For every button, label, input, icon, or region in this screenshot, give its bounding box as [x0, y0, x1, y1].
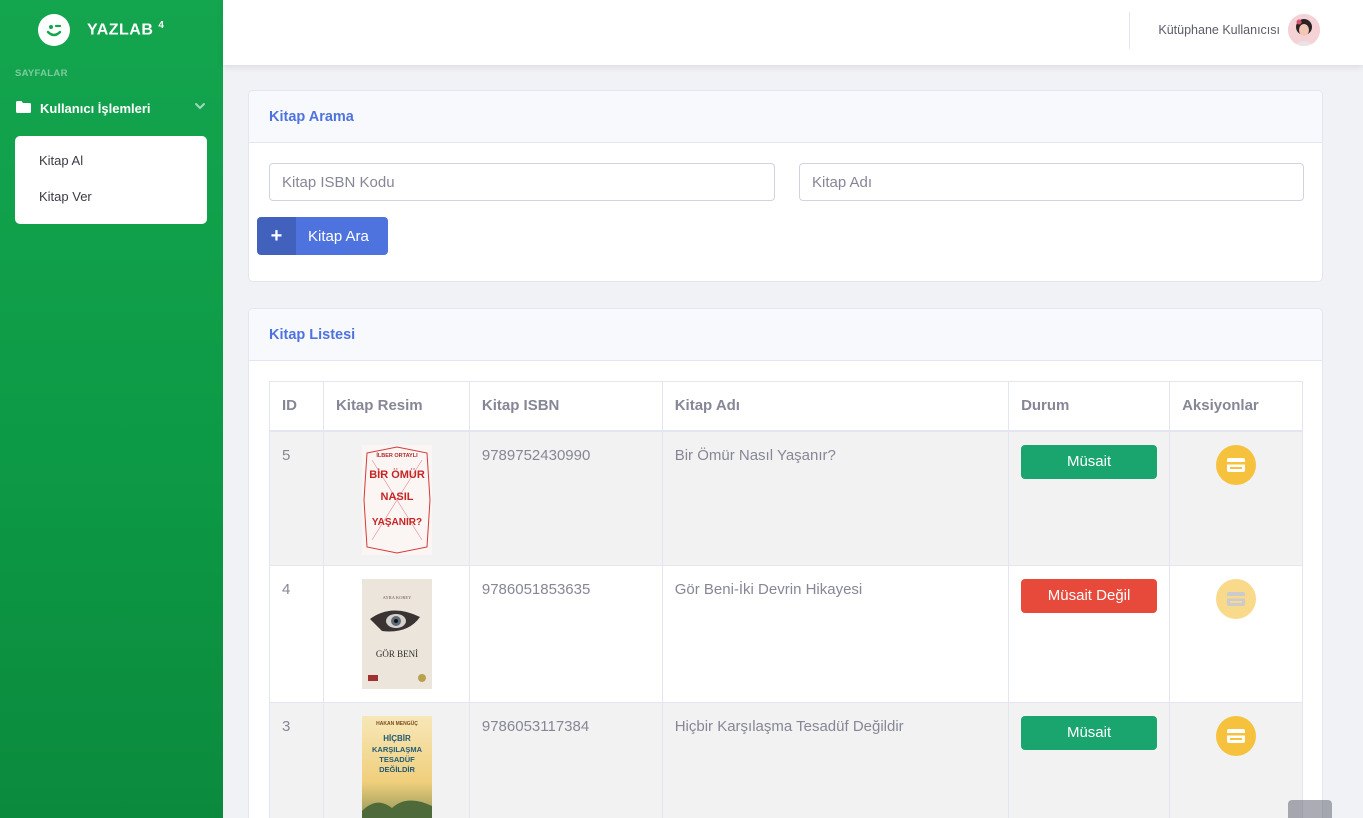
cell-actions — [1169, 565, 1303, 703]
cell-name: Bir Ömür Nasıl Yaşanır? — [661, 430, 1010, 566]
cover-title-line2: NASIL — [380, 491, 413, 503]
search-card-header: Kitap Arama — [249, 91, 1322, 143]
borrow-button[interactable] — [1216, 716, 1257, 756]
column-header-name[interactable]: Kitap Adı — [661, 381, 1010, 432]
cover-title-line2: KARŞILAŞMA — [372, 745, 423, 754]
table-row: 4 AYRA KOREY GÖR BENİ 9786051853635 Gör … — [269, 565, 1303, 703]
cell-id: 4 — [269, 565, 324, 703]
sidebar-heading: SAYFALAR — [15, 68, 68, 79]
book-cover-image: AYRA KOREY GÖR BENİ — [361, 579, 432, 689]
chevron-down-icon — [194, 100, 206, 115]
cell-image: AYRA KOREY GÖR BENİ — [322, 565, 470, 703]
cell-isbn: 9789752430990 — [468, 430, 663, 566]
card-icon — [1227, 457, 1246, 472]
brand[interactable]: YAZLAB 4 — [0, 0, 223, 60]
cell-name: Hiçbir Karşılaşma Tesadüf Değildir — [661, 702, 1010, 818]
borrow-button[interactable] — [1216, 444, 1257, 485]
isbn-input[interactable] — [269, 163, 775, 201]
cell-status: Müsait — [1008, 430, 1171, 566]
cell-actions — [1169, 702, 1303, 818]
column-header-isbn[interactable]: Kitap ISBN — [468, 381, 663, 432]
book-list-header: Kitap Listesi — [249, 309, 1322, 361]
topbar-divider — [1129, 12, 1130, 49]
column-header-actions[interactable]: Aksiyonlar — [1169, 381, 1303, 432]
book-table: ID Kitap Resim Kitap ISBN Kitap Adı Duru… — [269, 381, 1303, 818]
status-badge: Müsait — [1021, 716, 1158, 750]
nav-item-kullanici-islemleri[interactable]: Kullanıcı İşlemleri — [16, 99, 208, 117]
cover-author: HAKAN MENGÜÇ — [376, 720, 418, 727]
search-card-title: Kitap Arama — [269, 108, 354, 125]
cell-image: İLBER ORTAYLI BİR ÖMÜR NASIL YAŞANIR? — [322, 430, 470, 566]
user-name[interactable]: Kütüphane Kullanıcısı — [1158, 23, 1280, 37]
column-header-status[interactable]: Durum — [1008, 381, 1171, 432]
card-icon — [1227, 729, 1246, 743]
column-header-image[interactable]: Kitap Resim — [322, 381, 470, 432]
cell-isbn: 9786051853635 — [468, 565, 663, 703]
card-icon — [1227, 592, 1246, 606]
cell-status: Müsait Değil — [1008, 565, 1171, 703]
cover-title: GÖR BENİ — [376, 649, 418, 659]
plus-icon: + — [257, 217, 296, 255]
cover-author: AYRA KOREY — [383, 595, 412, 600]
avatar[interactable] — [1288, 14, 1320, 46]
table-row: 5 İLBER ORTAYLI BİR ÖMÜR NASIL YAŞANIR? … — [269, 430, 1303, 566]
cover-title-line3: YAŞANIR? — [372, 517, 422, 528]
sidebar: YAZLAB 4 SAYFALAR Kullanıcı İşlemleri Kit… — [0, 0, 223, 818]
nav-item-label: Kullanıcı İşlemleri — [40, 100, 151, 116]
scroll-to-top-button[interactable] — [1288, 800, 1332, 818]
book-cover-image: İLBER ORTAYLI BİR ÖMÜR NASIL YAŞANIR? — [361, 444, 432, 555]
search-card: Kitap Arama + Kitap Ara — [248, 90, 1323, 282]
brand-name: YAZLAB 4 — [87, 20, 165, 39]
book-list-title: Kitap Listesi — [269, 326, 356, 343]
cell-actions — [1169, 430, 1303, 566]
status-badge: Müsait Değil — [1021, 579, 1158, 613]
folder-icon — [16, 100, 31, 116]
smiley-logo-icon — [38, 14, 70, 46]
cover-title-line1: BİR ÖMÜR — [369, 468, 425, 481]
book-list-card: Kitap Listesi ID Kitap Resim Kitap ISBN … — [248, 308, 1323, 818]
submenu: Kitap Al Kitap Ver — [15, 136, 207, 224]
topbar: Kütüphane Kullanıcısı — [223, 0, 1363, 65]
cell-id: 5 — [269, 430, 324, 566]
cell-status: Müsait — [1008, 702, 1171, 818]
search-button-label: Kitap Ara — [308, 227, 369, 245]
table-header-row: ID Kitap Resim Kitap ISBN Kitap Adı Duru… — [269, 381, 1303, 432]
borrow-button[interactable] — [1216, 579, 1257, 619]
book-name-input[interactable] — [799, 163, 1304, 201]
cover-title-line1: HİÇBİR — [383, 734, 411, 743]
status-badge: Müsait — [1021, 444, 1158, 479]
submenu-item-kitap-al[interactable]: Kitap Al — [15, 151, 207, 187]
cell-image: HAKAN MENGÜÇ HİÇBİR KARŞILAŞMA TESADÜF D… — [322, 702, 470, 818]
cell-name: Gör Beni-İki Devrin Hikayesi — [661, 565, 1010, 703]
brand-version: 4 — [158, 20, 165, 32]
cell-id: 3 — [269, 702, 324, 818]
cover-title-line3: TESADÜF — [379, 755, 415, 764]
submenu-item-kitap-ver[interactable]: Kitap Ver — [15, 187, 207, 223]
cover-title-line4: DEĞİLDİR — [379, 765, 415, 774]
cover-author: İLBER ORTAYLI — [376, 452, 418, 459]
cell-isbn: 9786053117384 — [468, 702, 663, 818]
book-cover-image: HAKAN MENGÜÇ HİÇBİR KARŞILAŞMA TESADÜF D… — [361, 716, 432, 818]
column-header-id[interactable]: ID — [269, 381, 324, 432]
table-row: 3 HAKAN MENGÜÇ HİÇBİR KARŞILAŞMA TESADÜF… — [269, 702, 1303, 818]
search-book-button[interactable]: + Kitap Ara — [257, 217, 388, 255]
